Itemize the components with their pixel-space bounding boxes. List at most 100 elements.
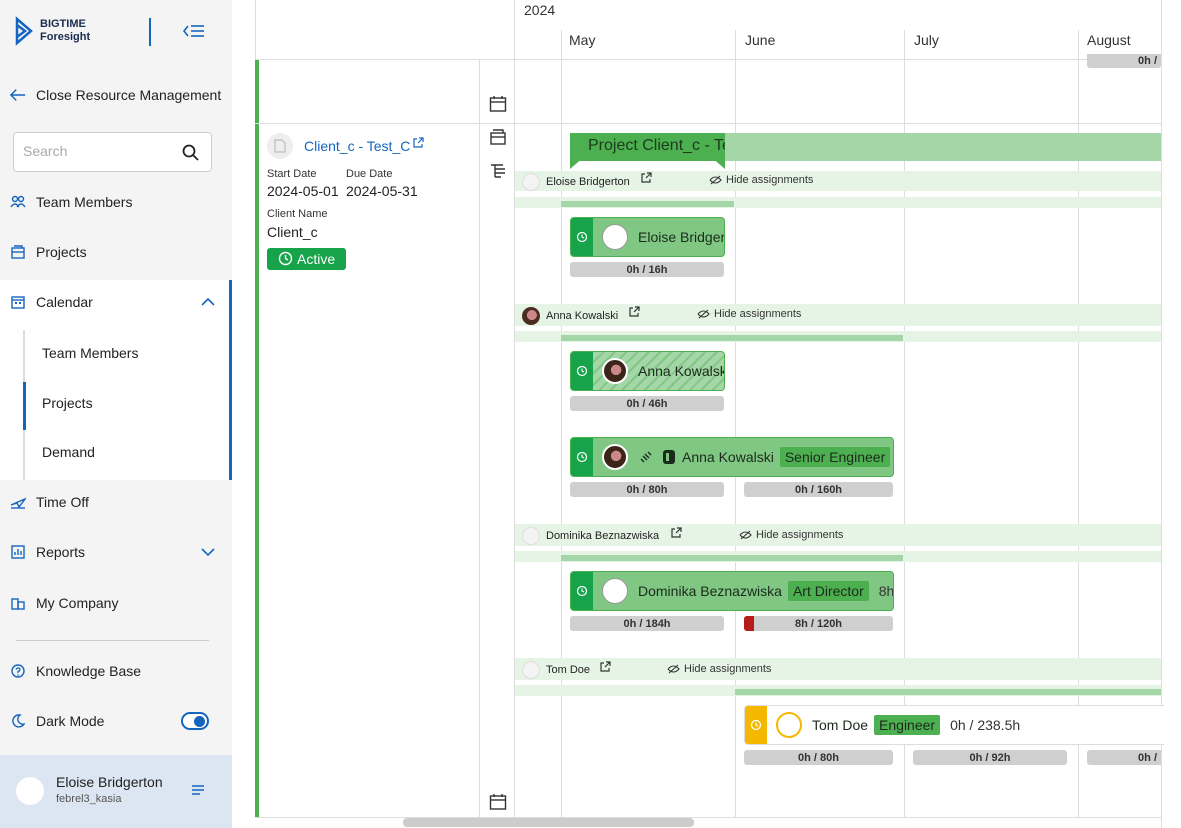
search-icon[interactable] [182,144,200,162]
hide-assignments-label: Hide assignments [726,174,814,186]
month-may: May [569,32,596,48]
client-name-label: Client Name [267,208,328,220]
hide-assignments-button[interactable]: Hide assignments [709,174,813,186]
sidebar-item-reports[interactable]: Reports [0,532,232,572]
member-label[interactable]: Dominika Beznazwiska [522,527,659,545]
eye-off-icon [709,175,722,185]
grid-line [1161,0,1162,828]
chevron-up-icon[interactable] [201,297,215,306]
avatar [522,307,540,325]
main-area [232,0,1181,828]
clock-icon [571,218,593,256]
clock-icon [278,251,293,266]
assignment-bar[interactable]: Anna Kowalski Senior Engineer [570,437,894,477]
month-june: June [745,32,776,48]
calendar-icon[interactable] [489,95,507,113]
availability-bar [735,689,1161,695]
eye-off-icon [739,530,752,540]
start-date-label: Start Date [267,168,317,180]
sidebar: BIGTIME Foresight Close Resource Manageme… [0,0,232,828]
hide-assignments-button[interactable]: Hide assignments [667,663,771,675]
external-link-icon[interactable] [670,527,682,539]
hours-bar: 0h / 184h [570,616,724,631]
member-label[interactable]: Eloise Bridgerton [522,173,630,191]
assignment-name: Anna Kowalski [682,449,774,465]
eye-off-icon [697,309,710,319]
hours-bar: 8h / 120h [744,616,893,631]
member-name: Dominika Beznazwiska [546,530,660,542]
avatar [522,527,540,545]
close-label: Close Resource Management [36,87,222,103]
arrow-left-icon [10,87,26,103]
knowledge-base-label: Knowledge Base [36,663,142,679]
sidebar-item-knowledge-base[interactable]: Knowledge Base [0,651,232,691]
assignment-bar[interactable]: Anna Kowalski [570,351,725,391]
external-link-icon[interactable] [599,661,611,673]
sidebar-item-calendar[interactable]: Calendar [0,282,232,322]
client-name-value: Client_c [267,224,318,240]
project-banner-title: Project Client_c - Test_C [570,133,725,161]
collapse-sidebar-icon[interactable] [181,20,207,42]
archive-icon[interactable] [489,128,507,146]
menu-icon[interactable] [190,783,206,797]
chevron-down-icon[interactable] [201,548,215,557]
my-company-label: My Company [36,595,119,611]
hours-text: 8h / 120h [794,617,843,630]
member-label[interactable]: Tom Doe [522,661,590,679]
project-banner[interactable]: Project Client_c - Test_C [570,133,1161,161]
time-off-label: Time Off [36,494,89,510]
submenu-active-indicator [23,382,26,430]
hours-bar: 0h / 80h [570,482,724,497]
calendar-icon[interactable] [489,793,507,811]
hide-assignments-label: Hide assignments [756,529,844,541]
avatar [602,578,628,604]
bigtime-logo[interactable]: BIGTIME Foresight [14,16,90,46]
user-username: febrel3_kasia [56,793,122,805]
hours-bar: 0h / 92h [913,750,1067,765]
role-badge: Engineer [874,715,941,735]
projects-icon [10,244,26,260]
assignment-bar[interactable]: Tom Doe Engineer 0h / 238.5h [744,705,1164,745]
hide-assignments-button[interactable]: Hide assignments [697,308,801,320]
hours-bar: 0h / 80h [744,750,893,765]
reports-icon [10,544,26,560]
user-panel[interactable]: Eloise Bridgerton febrel3_kasia [0,755,232,828]
assignment-name: Eloise Bridgerton [638,229,725,245]
clock-icon [571,352,593,390]
member-label[interactable]: Anna Kowalski [522,307,618,325]
search-input[interactable] [23,143,173,159]
assignment-bar[interactable]: Eloise Bridgerton [570,217,725,257]
horizontal-scrollbar[interactable] [403,818,694,827]
assignment-hours: 0h / 238.5h [950,717,1021,733]
timeline-year: 2024 [524,2,556,18]
sidebar-item-projects[interactable]: Projects [0,232,232,272]
eye-off-icon [667,664,680,674]
assignment-bar[interactable]: Dominika Beznazwiska Art Director 8h / [570,571,894,611]
external-link-icon[interactable] [412,137,424,149]
dark-mode-toggle[interactable] [181,712,209,730]
calendar-sub-projects[interactable]: Projects [42,395,93,411]
calendar-sub-team-members[interactable]: Team Members [42,345,138,361]
assignment-name: Anna Kowalski [638,363,725,379]
grid-line [479,60,480,818]
project-name-link[interactable]: Client_c - Test_C [304,138,410,154]
sidebar-item-team-members[interactable]: Team Members [0,182,232,222]
hide-assignments-button[interactable]: Hide assignments [739,529,843,541]
grid-line [255,123,1161,124]
hours-bar: 0h / [1087,750,1161,765]
hierarchy-icon[interactable] [489,162,507,180]
users-icon [10,194,26,210]
team-members-label: Team Members [36,194,133,210]
dark-mode-label: Dark Mode [36,713,105,729]
due-date-value: 2024-05-31 [346,183,418,199]
close-resource-management-link[interactable]: Close Resource Management [0,75,232,115]
external-link-icon[interactable] [628,306,640,318]
month-august: August [1087,32,1131,48]
availability-bar [561,335,903,341]
external-link-icon[interactable] [640,172,652,184]
unlink-icon [640,451,652,463]
sidebar-item-time-off[interactable]: Time Off [0,482,232,522]
search-box [13,132,212,172]
calendar-sub-demand[interactable]: Demand [42,444,95,460]
sidebar-item-my-company[interactable]: My Company [0,583,232,623]
